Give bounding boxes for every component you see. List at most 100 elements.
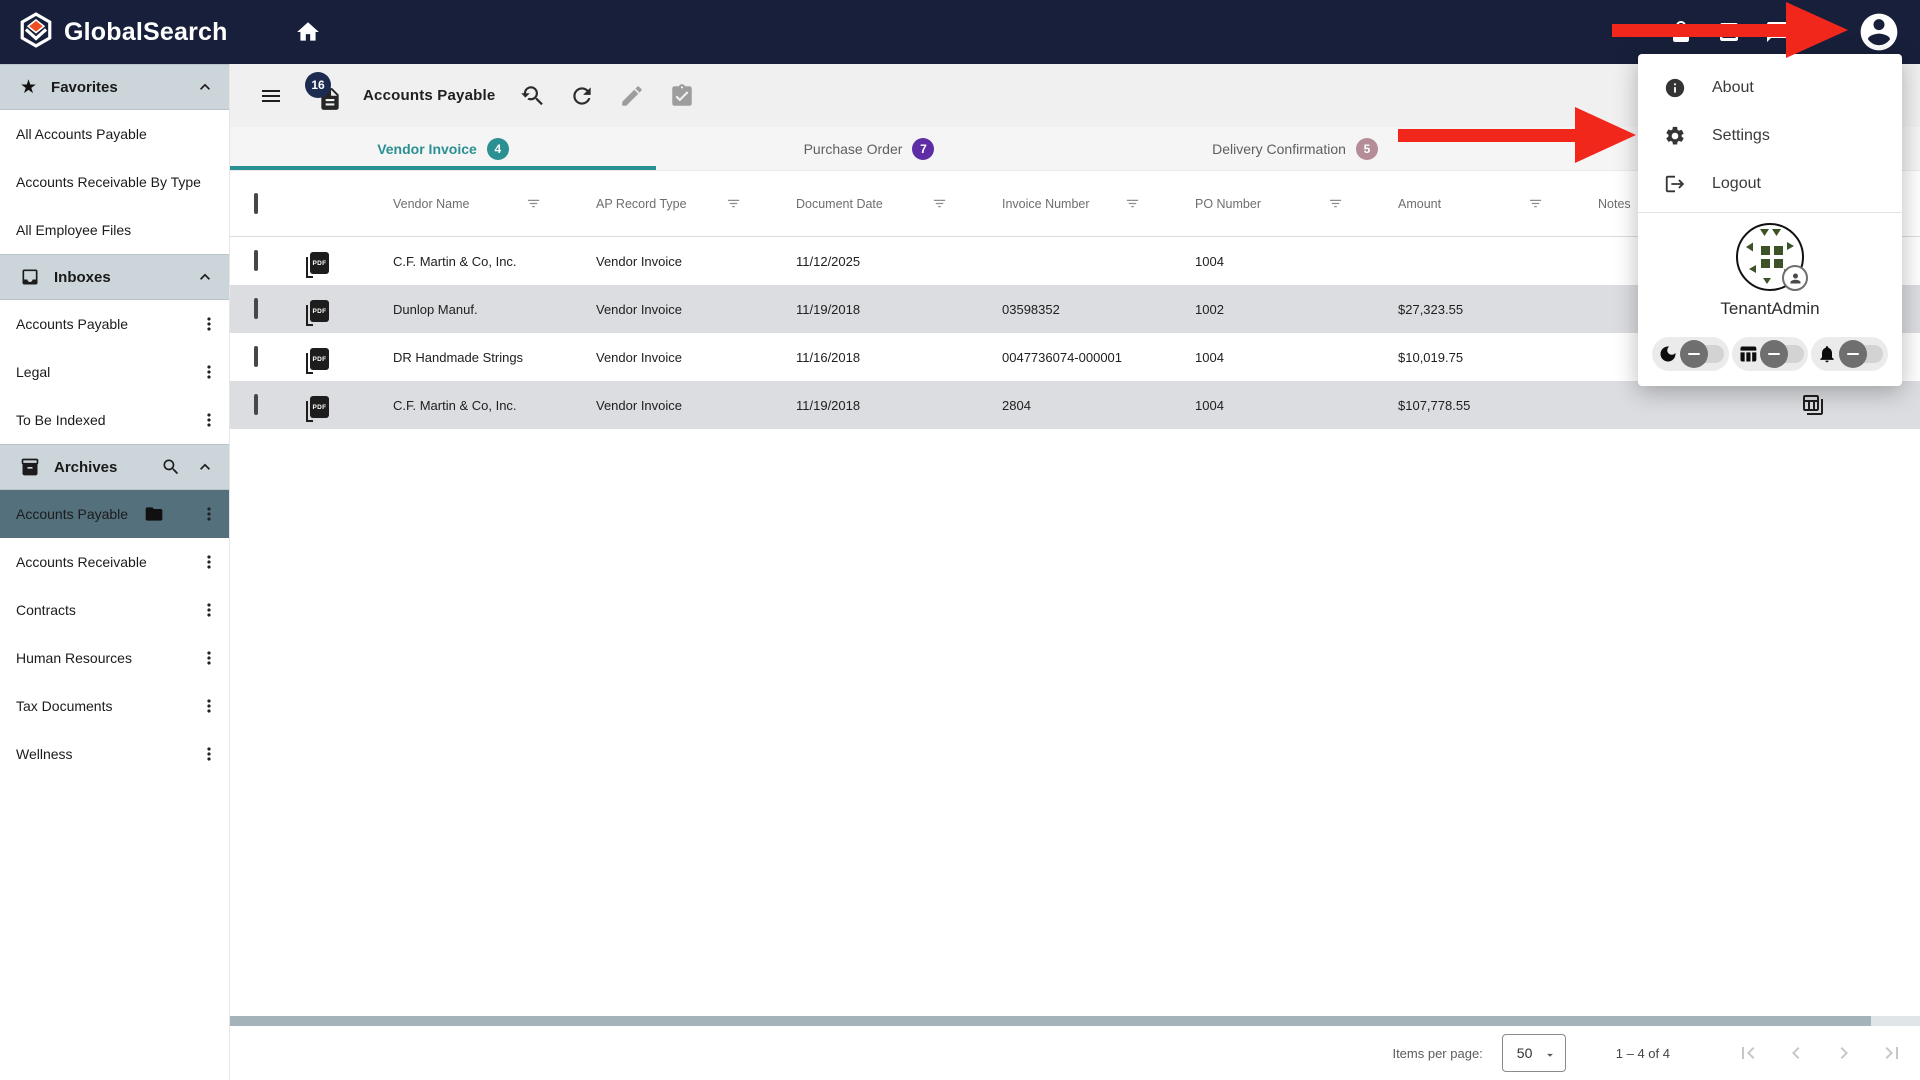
edit-icon[interactable]	[619, 83, 645, 109]
avatar[interactable]	[1736, 223, 1804, 291]
dropdown-caret-icon	[1543, 1048, 1557, 1062]
row-checkbox[interactable]	[254, 298, 258, 319]
kebab-menu-icon[interactable]	[199, 362, 219, 382]
kebab-menu-icon[interactable]	[199, 552, 219, 572]
cell-vendor-name: Dunlop Manuf.	[348, 302, 551, 317]
toggle-switch[interactable]	[1839, 340, 1885, 368]
tab-purchase-order[interactable]: Purchase Order 7	[656, 127, 1082, 170]
sidebar-item-archive-accounts-receivable[interactable]: Accounts Receivable	[0, 538, 229, 586]
cell-ap-record-type: Vendor Invoice	[551, 302, 751, 317]
cell-document-date: 11/16/2018	[751, 350, 957, 365]
sidebar-section-favorites[interactable]: ★ Favorites	[0, 64, 229, 110]
filter-icon[interactable]	[1328, 196, 1343, 211]
chat-icon[interactable]	[1765, 20, 1789, 44]
section-label-favorites: Favorites	[51, 79, 118, 96]
sidebar-item-archive-contracts[interactable]: Contracts	[0, 586, 229, 634]
kebab-menu-icon[interactable]	[199, 314, 219, 334]
layout-toggle[interactable]	[1732, 337, 1809, 371]
home-icon[interactable]	[288, 12, 328, 52]
column-label: Invoice Number	[1002, 197, 1090, 211]
column-header-po-number[interactable]: PO Number	[1150, 196, 1353, 211]
menu-item-logout[interactable]: Logout	[1638, 160, 1902, 208]
sidebar-item-archive-tax-documents[interactable]: Tax Documents	[0, 682, 229, 730]
column-header-ap-record-type[interactable]: AP Record Type	[551, 196, 751, 211]
chevron-up-icon[interactable]	[195, 457, 215, 477]
sidebar-section-inboxes[interactable]: Inboxes	[0, 254, 229, 300]
horizontal-scrollbar-track[interactable]	[230, 1016, 1920, 1026]
sidebar-item-archive-wellness[interactable]: Wellness	[0, 730, 229, 778]
filter-icon[interactable]	[526, 196, 541, 211]
items-per-page-value: 50	[1517, 1045, 1533, 1061]
gear-icon	[1664, 125, 1686, 147]
tab-label: Vendor Invoice	[377, 141, 477, 157]
items-per-page-select[interactable]: 50	[1502, 1034, 1566, 1072]
kebab-menu-icon[interactable]	[199, 600, 219, 620]
related-tables-icon[interactable]	[1801, 393, 1825, 417]
sidebar-item-all-accounts-payable[interactable]: All Accounts Payable	[0, 110, 229, 158]
sidebar-item-label: To Be Indexed	[16, 412, 106, 428]
select-all-checkbox[interactable]	[254, 193, 258, 214]
kebab-menu-icon[interactable]	[199, 696, 219, 716]
inbox-icon	[20, 267, 40, 287]
lock-icon[interactable]	[1669, 20, 1693, 44]
menu-item-settings[interactable]: Settings	[1638, 112, 1902, 160]
column-header-amount[interactable]: Amount	[1353, 196, 1553, 211]
sidebar-section-archives[interactable]: Archives	[0, 444, 229, 490]
menu-item-about[interactable]: About	[1638, 64, 1902, 112]
refresh-icon[interactable]	[569, 83, 595, 109]
document-count-indicator: 16	[305, 74, 349, 118]
last-page-icon[interactable]	[1880, 1041, 1904, 1065]
column-header-vendor-name[interactable]: Vendor Name	[348, 196, 551, 211]
filter-icon[interactable]	[1528, 196, 1543, 211]
user-profile-block: TenantAdmin	[1638, 223, 1902, 319]
sidebar-item-label: Accounts Receivable	[16, 554, 147, 570]
row-checkbox[interactable]	[254, 394, 258, 415]
search-icon[interactable]	[161, 457, 181, 477]
filter-icon[interactable]	[1125, 196, 1140, 211]
tab-delivery-confirmation[interactable]: Delivery Confirmation 5	[1082, 127, 1508, 170]
tab-vendor-invoice[interactable]: Vendor Invoice 4	[230, 127, 656, 170]
paginator: Items per page: 50 1 – 4 of 4	[230, 1026, 1920, 1080]
sidebar-item-label: Legal	[16, 364, 50, 380]
toggle-switch[interactable]	[1680, 340, 1726, 368]
section-label-inboxes: Inboxes	[54, 269, 111, 286]
kebab-menu-icon[interactable]	[199, 648, 219, 668]
sidebar-item-accounts-receivable-by-type[interactable]: Accounts Receivable By Type	[0, 158, 229, 206]
dark-mode-toggle[interactable]	[1652, 337, 1729, 371]
sidebar-item-archive-human-resources[interactable]: Human Resources	[0, 634, 229, 682]
row-checkbox[interactable]	[254, 346, 258, 367]
refine-search-icon[interactable]	[519, 83, 545, 109]
sidebar-item-archive-accounts-payable[interactable]: Accounts Payable	[0, 490, 229, 538]
column-header-document-date[interactable]: Document Date	[751, 196, 957, 211]
previous-page-icon[interactable]	[1784, 1041, 1808, 1065]
sidebar-item-inbox-accounts-payable[interactable]: Accounts Payable	[0, 300, 229, 348]
chevron-up-icon[interactable]	[195, 267, 215, 287]
account-circle-icon[interactable]	[1857, 10, 1901, 54]
toggle-switch[interactable]	[1760, 340, 1806, 368]
first-page-icon[interactable]	[1736, 1041, 1760, 1065]
column-header-invoice-number[interactable]: Invoice Number	[957, 196, 1150, 211]
next-page-icon[interactable]	[1832, 1041, 1856, 1065]
kebab-menu-icon[interactable]	[199, 410, 219, 430]
filter-icon[interactable]	[726, 196, 741, 211]
menu-hamburger-icon[interactable]	[259, 84, 283, 108]
sidebar-item-label: Accounts Payable	[16, 506, 128, 522]
viewer-image-icon[interactable]	[1717, 20, 1741, 44]
sidebar-item-inbox-to-be-indexed[interactable]: To Be Indexed	[0, 396, 229, 444]
table-row[interactable]: PDF C.F. Martin & Co, Inc. Vendor Invoic…	[230, 381, 1920, 429]
column-label: AP Record Type	[596, 197, 687, 211]
row-checkbox[interactable]	[254, 250, 258, 271]
kebab-menu-icon[interactable]	[199, 744, 219, 764]
page-range-text: 1 – 4 of 4	[1616, 1046, 1670, 1061]
horizontal-scrollbar-thumb[interactable]	[230, 1016, 1871, 1026]
chevron-up-icon[interactable]	[195, 77, 215, 97]
filter-icon[interactable]	[932, 196, 947, 211]
layout-icon	[1738, 344, 1758, 364]
tab-count-badge: 7	[912, 138, 934, 160]
kebab-menu-icon[interactable]	[199, 504, 219, 524]
sidebar-item-label: Contracts	[16, 602, 76, 618]
sidebar-item-inbox-legal[interactable]: Legal	[0, 348, 229, 396]
notifications-toggle[interactable]	[1811, 337, 1888, 371]
tasks-clipboard-icon[interactable]	[669, 83, 695, 109]
sidebar-item-all-employee-files[interactable]: All Employee Files	[0, 206, 229, 254]
